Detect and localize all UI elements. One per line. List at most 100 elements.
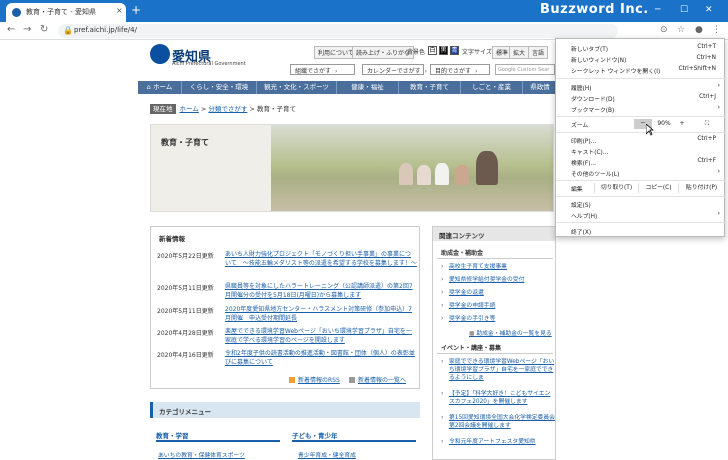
related-link[interactable]: › 高校生子育て支援事業 <box>441 263 555 271</box>
maximize-icon[interactable]: ☐ <box>680 5 688 15</box>
related-link[interactable]: › 令和元年度アートフェスタ愛知県 <box>441 438 555 446</box>
menu-bookmarks[interactable]: ブックマーク(B) › <box>556 103 726 114</box>
forward-icon[interactable]: → <box>23 24 31 35</box>
grants-subheading: 助成金・補助金 <box>441 250 484 257</box>
gnav-education[interactable]: 教育・子育て <box>399 81 461 94</box>
related-link[interactable]: › 奨学金の返還 <box>441 289 555 297</box>
url-text[interactable]: pref.aichi.jp/life/4/ <box>74 26 137 34</box>
menu-history[interactable]: 履歴(H) › <box>556 81 726 92</box>
children-photo <box>271 125 553 211</box>
paste-button[interactable]: 貼り付け(P) <box>678 183 724 193</box>
chevron-right-icon: › <box>717 82 720 89</box>
menu-settings[interactable]: 設定(S) <box>556 198 726 209</box>
related-link[interactable]: › 愛知県修学給付奨学金の受付 <box>441 276 555 284</box>
grants-more-link[interactable]: ■ 助成金・補助金の一覧を見る <box>469 328 552 337</box>
news-panel: 新着情報 2020年5月22日更新 あいち人財力強化プロジェクト「モノづくり担い手… <box>150 226 420 389</box>
category-link[interactable]: あいちの教育・保健体育スポーツ <box>158 450 245 459</box>
menu-incognito[interactable]: シークレット ウィンドウを開く(I) Ctrl+Shift+N <box>556 64 726 75</box>
breadcrumb: 現在地 ホーム > 分類でさがす > 教育・子育て <box>150 103 296 114</box>
util-readout-button[interactable]: 読み上げ・ふりがな <box>352 46 415 59</box>
new-tab-button[interactable]: + <box>131 3 141 17</box>
menu-cast[interactable]: キャスト(C)... <box>556 145 726 156</box>
chevron-right-icon: › <box>441 316 444 322</box>
chevron-right-icon: › <box>424 68 428 75</box>
gnav-culture[interactable]: 観光・文化・スポーツ <box>257 81 337 94</box>
news-heading: 新着情報 <box>159 235 185 243</box>
reload-icon[interactable]: ↻ <box>40 24 48 35</box>
related-link[interactable]: › 【予定】「科学大好き！こどもサイエンスカフェ2020」を開催します <box>441 390 555 406</box>
chrome-menu: 新しいタブ(T) Ctrl+T 新しいウィンドウ(N) Ctrl+N シークレット … <box>555 38 726 237</box>
location-icon[interactable]: ⊙ <box>660 25 668 35</box>
google-search-input[interactable]: Google Custom Sear <box>495 64 555 75</box>
chevron-right-icon: › <box>717 210 720 217</box>
bg-white-button[interactable]: 白 <box>428 46 437 55</box>
menu-help[interactable]: ヘルプ(H) › <box>556 209 726 220</box>
menu-new-window[interactable]: 新しいウィンドウ(N) Ctrl+N <box>556 53 726 64</box>
search-by-org-button[interactable]: 組織でさがす › <box>290 64 355 75</box>
category-children[interactable]: 子ども・青少年 <box>292 430 416 442</box>
chevron-right-icon: › <box>441 391 444 397</box>
breadcrumb-home-link[interactable]: ホーム <box>180 105 199 113</box>
gnav-work[interactable]: しごと・産業 <box>461 81 523 94</box>
gnav-government[interactable]: 県政情 <box>523 81 558 94</box>
screen: 教育・子育て - 愛知県 × + Buzzword Inc. ─ ☐ ✕ ← →… <box>0 0 728 460</box>
font-size-label: 文字サイズ <box>462 49 492 56</box>
tab-title: 教育・子育て - 愛知県 <box>26 8 96 16</box>
list-icon <box>349 377 355 383</box>
related-link[interactable]: › 家庭でできる環境学習Webページ「おいち環境学習プラザ」自宅を一家庭でできるよ… <box>441 358 555 382</box>
gnav-home[interactable]: ⌂ ホーム <box>138 81 182 94</box>
browser-tab[interactable]: 教育・子育て - 愛知県 × <box>6 3 126 22</box>
gnav-life[interactable]: くらし・安全・環境 <box>182 81 257 94</box>
related-link[interactable]: › 奨学金の申請手続 <box>441 302 555 310</box>
related-link[interactable]: › 第15回愛知環境全国大会化学検定委員会第2回会議を開催します <box>441 414 555 430</box>
tab-strip: 教育・子育て - 愛知県 × + Buzzword Inc. ─ ☐ ✕ <box>0 0 728 22</box>
rss-icon <box>289 377 295 383</box>
gnav-health[interactable]: 健康・福祉 <box>337 81 399 94</box>
menu-more-tools[interactable]: その他のツール(L) › <box>556 167 726 178</box>
breadcrumb-here-label: 現在地 <box>150 104 176 114</box>
font-large-button[interactable]: 拡大 <box>509 46 530 59</box>
chevron-right-icon: › <box>441 359 444 365</box>
chevron-right-icon: › <box>717 104 720 111</box>
breadcrumb-current: 教育・子育て <box>257 105 296 113</box>
rss-link[interactable]: 新着情報のRSS <box>289 375 340 384</box>
profile-icon[interactable]: ● <box>695 25 703 35</box>
chevron-right-icon: › <box>441 277 444 283</box>
menu-edit-row: 編集 切り取り(T) コピー(C) 貼り付け(P) <box>556 182 726 194</box>
chevron-right-icon: › <box>335 68 338 75</box>
minimize-icon[interactable]: ─ <box>655 5 660 15</box>
hero-banner: 教育・子育て <box>150 124 554 212</box>
brand-watermark: Buzzword Inc. <box>540 2 649 17</box>
menu-find[interactable]: 検索(F)... Ctrl+F <box>556 156 726 167</box>
copy-button[interactable]: コピー(C) <box>638 183 678 193</box>
bg-blue-button[interactable]: 青 <box>450 46 459 55</box>
chevron-right-icon: › <box>475 68 478 75</box>
related-heading: 関連コンテンツ <box>433 227 555 241</box>
tab-close-icon[interactable]: × <box>116 6 123 15</box>
menu-kebab-icon[interactable]: ⋮ <box>712 25 721 35</box>
chevron-right-icon: › <box>441 303 444 309</box>
chevron-right-icon: › <box>441 264 444 270</box>
menu-downloads[interactable]: ダウンロード(D) Ctrl+J <box>556 92 726 103</box>
chevron-right-icon: › <box>441 290 444 296</box>
category-link[interactable]: 青少年育成・健全育成 <box>298 450 356 459</box>
search-by-purpose-button[interactable]: 目的でさがす › <box>430 64 490 75</box>
cut-button[interactable]: 切り取り(T) <box>594 183 638 193</box>
news-list-link[interactable]: 新着情報の一覧へ <box>349 375 406 384</box>
menu-exit[interactable]: 終了(X) <box>556 225 726 236</box>
breadcrumb-category-link[interactable]: 分類でさがす <box>208 105 247 113</box>
search-by-calendar-button[interactable]: カレンダーでさがす › <box>362 64 428 75</box>
menu-print[interactable]: 印刷(P)... Ctrl+P <box>556 134 726 145</box>
bookmark-star-icon[interactable]: ☆ <box>677 25 685 35</box>
bg-black-button[interactable]: 黒 <box>439 46 448 55</box>
menu-new-tab[interactable]: 新しいタブ(T) Ctrl+T <box>556 42 726 53</box>
zoom-in-button[interactable]: + <box>674 119 690 129</box>
category-education[interactable]: 教育・学習 <box>156 430 280 442</box>
window-close-icon[interactable]: ✕ <box>705 5 713 15</box>
related-content-panel: 関連コンテンツ 助成金・補助金 › 高校生子育て支援事業 › 愛知県修学給付奨学金の… <box>432 226 556 460</box>
fullscreen-icon[interactable]: ⛶ <box>700 119 714 129</box>
language-button[interactable]: 言語 <box>528 46 549 59</box>
back-icon[interactable]: ← <box>7 24 15 35</box>
related-link[interactable]: › 奨学金の手引き等 <box>441 315 555 323</box>
omnibox[interactable]: 🔒 pref.aichi.jp/life/4/ <box>58 24 618 38</box>
